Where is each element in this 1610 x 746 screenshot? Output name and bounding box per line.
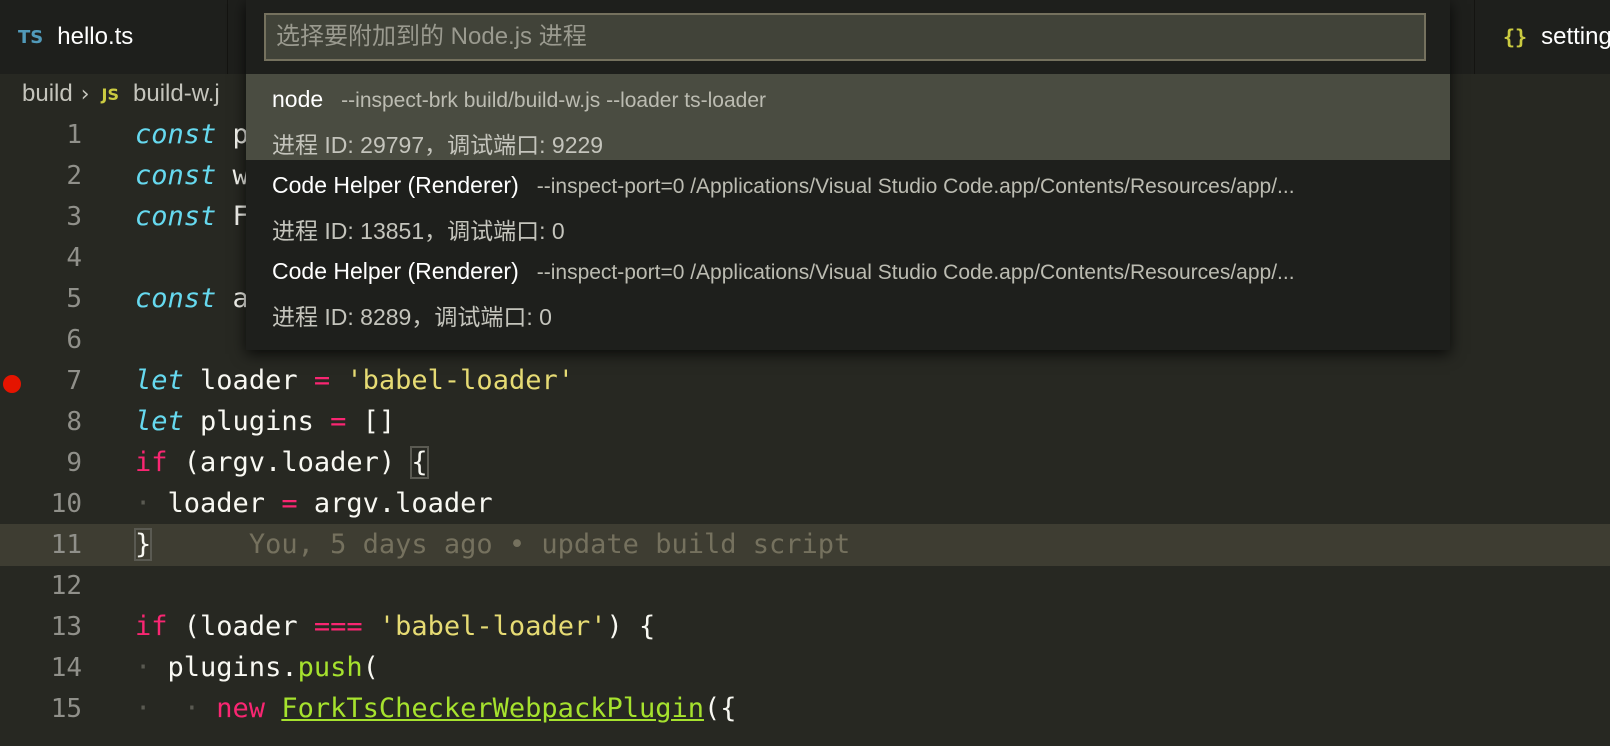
tab-settings[interactable]: {} setting <box>1474 0 1610 74</box>
code-line: 15 · · new ForkTsCheckerWebpackPlugin({ <box>0 688 1610 730</box>
process-detail: 进程 ID: 8289，调试端口: 0 <box>272 304 552 330</box>
line-number: 15 <box>50 694 82 724</box>
code-text: } You, 5 days ago • update build script <box>133 524 851 566</box>
process-item[interactable]: Code Helper (Renderer) --inspect-port=0 /… <box>246 160 1450 246</box>
code-line: 13 if (loader === 'babel-loader') { <box>0 606 1610 648</box>
code-line: 9 if (argv.loader) { <box>0 442 1610 484</box>
process-name: Code Helper (Renderer) <box>272 258 519 284</box>
code-text: if (argv.loader) { <box>135 446 429 479</box>
code-text: let plugins = [] <box>135 406 396 437</box>
process-args: --inspect-port=0 /Applications/Visual St… <box>536 175 1295 198</box>
line-number: 7 <box>66 366 82 396</box>
code-text: · loader = argv.loader <box>135 488 493 519</box>
chevron-right-icon: › <box>80 81 90 107</box>
process-args: --inspect-brk build/build-w.js --loader … <box>341 89 767 112</box>
matching-bracket: } <box>133 528 153 561</box>
code-text: let loader = 'babel-loader' <box>135 365 574 396</box>
process-item[interactable]: node --inspect-brk build/build-w.js --loa… <box>246 74 1450 160</box>
line-number: 8 <box>66 407 82 437</box>
code-line: 7 let loader = 'babel-loader' <box>0 360 1610 402</box>
line-number: 10 <box>50 489 82 519</box>
line-number: 14 <box>50 653 82 683</box>
code-text: · · new ForkTsCheckerWebpackPlugin({ <box>135 693 737 724</box>
line-number: 3 <box>66 202 82 232</box>
code-line: 8 let plugins = [] <box>0 401 1610 443</box>
javascript-file-icon: JS <box>101 84 120 104</box>
breadcrumb-file[interactable]: build-w.j <box>133 80 220 108</box>
tab-hello-ts[interactable]: TS hello.ts <box>0 0 228 74</box>
code-line: 10 · loader = argv.loader <box>0 483 1610 525</box>
code-line: 14 · plugins.push( <box>0 647 1610 689</box>
line-number: 1 <box>66 120 82 150</box>
process-name: Code Helper (Renderer) <box>272 172 519 198</box>
process-detail: 进程 ID: 13851，调试端口: 0 <box>272 218 565 244</box>
code-line: 12 <box>0 565 1610 607</box>
line-number: 4 <box>66 243 82 273</box>
code-text: · plugins.push( <box>135 652 379 683</box>
git-blame-annotation: You, 5 days ago • update build script <box>248 529 851 560</box>
code-text: const p <box>135 119 249 150</box>
breadcrumb: build › JS build-w.j <box>22 74 220 114</box>
process-search-input[interactable] <box>264 13 1426 61</box>
line-number: 2 <box>66 161 82 191</box>
code-text: const w <box>135 160 249 191</box>
process-args: --inspect-port=0 /Applications/Visual St… <box>536 261 1295 284</box>
breadcrumb-folder[interactable]: build <box>22 80 73 108</box>
line-number: 5 <box>66 284 82 314</box>
code-text: if (loader === 'babel-loader') { <box>135 611 656 642</box>
json-file-icon: {} <box>1503 25 1528 49</box>
typescript-file-icon: TS <box>18 26 44 48</box>
process-name: node <box>272 86 324 112</box>
line-number: 12 <box>50 571 82 601</box>
code-text: const F <box>135 201 249 232</box>
code-line-current: 11 } You, 5 days ago • update build scri… <box>0 524 1610 566</box>
process-item[interactable]: Code Helper (Renderer) --inspect-port=0 /… <box>246 246 1450 332</box>
tab-label: setting <box>1541 23 1610 50</box>
line-number: 9 <box>66 448 82 478</box>
matching-bracket: { <box>410 446 429 479</box>
line-number: 6 <box>66 325 82 355</box>
attach-process-quick-pick: node --inspect-brk build/build-w.js --loa… <box>246 0 1450 350</box>
line-number: 13 <box>50 612 82 642</box>
line-number: 11 <box>50 530 82 560</box>
code-text: const a <box>135 283 249 314</box>
tab-label: hello.ts <box>57 23 134 50</box>
process-detail: 进程 ID: 29797，调试端口: 9229 <box>272 132 604 158</box>
